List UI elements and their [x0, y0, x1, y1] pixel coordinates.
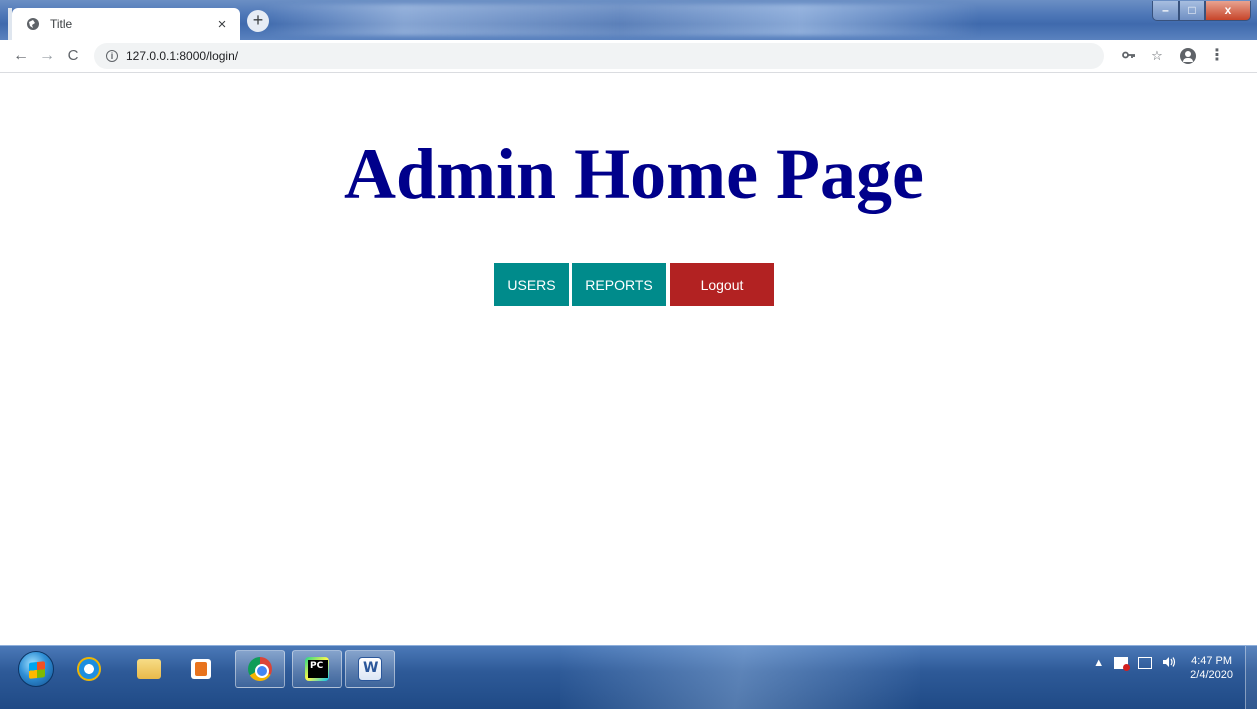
system-tray: ▲ 4:47 PM 2/4/2020 [1083, 646, 1233, 709]
tab-title: Title [50, 17, 73, 31]
toolbar-actions: ☆ ⋮ [1112, 45, 1228, 67]
media-player-icon [191, 659, 211, 679]
taskbar-word[interactable] [345, 650, 395, 688]
windows-logo-icon [29, 661, 45, 679]
pycharm-icon [305, 657, 329, 681]
back-button[interactable]: ← [10, 45, 32, 67]
globe-icon [26, 17, 40, 31]
bookmark-star-icon[interactable]: ☆ [1146, 45, 1168, 67]
show-hidden-icons-arrow[interactable]: ▲ [1093, 656, 1104, 670]
logout-button[interactable]: Logout [670, 263, 774, 306]
url-text[interactable]: 127.0.0.1:8000/login/ [126, 49, 238, 63]
taskbar-chrome[interactable] [235, 650, 285, 688]
page-title: Admin Home Page [344, 134, 924, 214]
browser-tab-strip: Title × + – □ x [0, 0, 1257, 40]
clock-date: 2/4/2020 [1190, 669, 1233, 681]
users-button[interactable]: USERS [494, 263, 569, 306]
tab-close-icon[interactable]: × [214, 16, 230, 33]
new-tab-button[interactable]: + [247, 10, 269, 32]
address-bar[interactable]: i 127.0.0.1:8000/login/ [94, 43, 1104, 69]
network-icon[interactable] [1138, 657, 1153, 669]
menu-kebab-icon[interactable]: ⋮ [1206, 45, 1228, 67]
profile-avatar-icon[interactable] [1180, 48, 1196, 64]
taskbar-ie[interactable] [64, 650, 114, 688]
file-explorer-icon [137, 659, 161, 679]
browser-tab[interactable]: Title × [12, 8, 240, 40]
minimize-button[interactable]: – [1152, 1, 1179, 21]
system-clock[interactable]: 4:47 PM 2/4/2020 [1190, 654, 1233, 682]
maximize-button[interactable]: □ [1179, 1, 1205, 21]
volume-icon[interactable] [1162, 656, 1176, 672]
titlebar-glass [260, 4, 980, 36]
action-center-flag-icon[interactable] [1114, 657, 1131, 671]
internet-explorer-icon [77, 657, 101, 681]
page-content: Admin Home Page USERS REPORTS Logout [0, 74, 1257, 645]
taskbar-pycharm[interactable] [292, 650, 342, 688]
word-icon [358, 657, 382, 681]
window-controls: – □ x [1152, 1, 1251, 21]
windows-taskbar: ▲ 4:47 PM 2/4/2020 [0, 645, 1257, 709]
close-window-button[interactable]: x [1205, 1, 1251, 21]
chrome-icon [248, 657, 272, 681]
clock-time: 4:47 PM [1191, 655, 1233, 667]
forward-button[interactable]: → [36, 45, 58, 67]
taskbar-sheen [560, 646, 920, 709]
start-button[interactable] [18, 651, 54, 687]
taskbar-explorer[interactable] [124, 650, 174, 688]
reports-button[interactable]: REPORTS [572, 263, 666, 306]
site-info-icon[interactable]: i [106, 50, 118, 62]
show-desktop-button[interactable] [1245, 646, 1257, 709]
admin-nav: USERS REPORTS Logout [494, 263, 774, 306]
taskbar-media-player[interactable] [176, 650, 226, 688]
key-icon[interactable] [1118, 45, 1140, 67]
reload-button[interactable]: C [62, 45, 84, 67]
browser-toolbar: ← → C i 127.0.0.1:8000/login/ ☆ ⋮ [0, 40, 1257, 73]
